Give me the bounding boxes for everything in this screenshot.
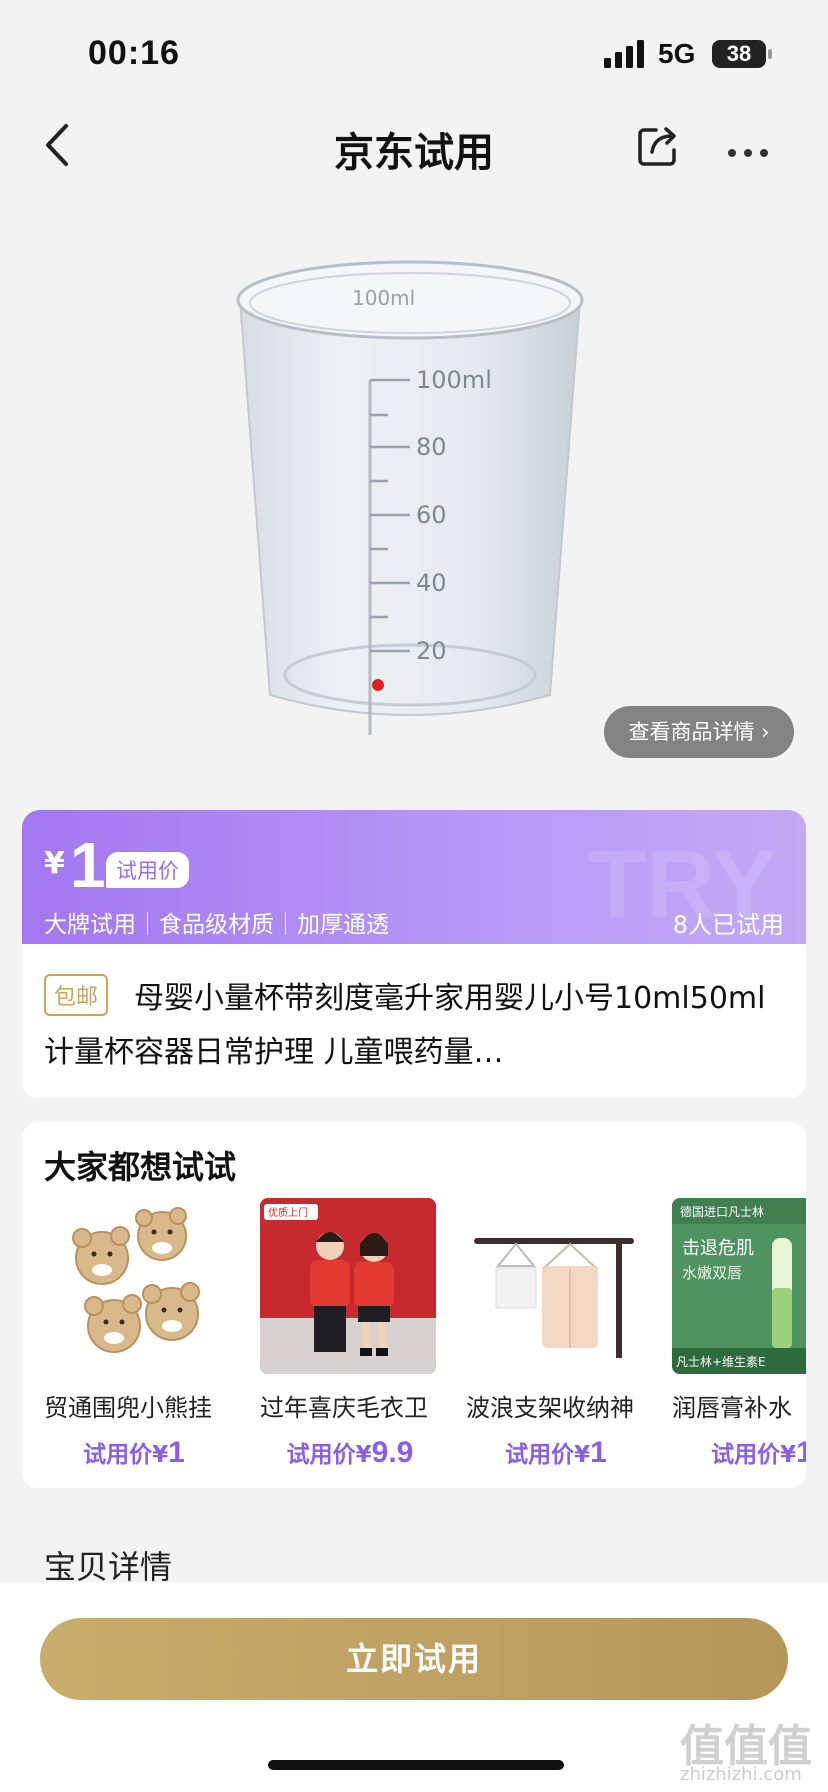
product-title: 母婴小量杯带刻度毫升家用婴儿小号10ml50ml计量杯容器日常护理 儿童喂药量…	[44, 981, 766, 1070]
status-time: 00:16	[88, 34, 180, 72]
product-thumbnail: 德国进口凡士林 击退危肌 水嫩双唇 凡士林+维生素E	[672, 1198, 806, 1374]
recommend-item-price: 试用价¥1	[711, 1436, 806, 1469]
signal-icon	[604, 40, 644, 68]
recommend-item-price: 试用价¥1	[83, 1436, 185, 1469]
recommend-item-name: 过年喜庆毛衣卫	[260, 1394, 428, 1422]
recommend-section: 大家都想试试 贸通围兜小熊挂 试用价¥1 优质上门 过年喜庆毛衣卫 试用价¥9.…	[22, 1122, 806, 1488]
cup-label: 40	[416, 569, 447, 597]
price-value: 1	[70, 829, 106, 901]
product-thumbnail: 优质上门	[260, 1198, 436, 1374]
cup-label: 100ml	[416, 366, 492, 394]
bear-clip-icon	[72, 1207, 200, 1353]
cup-label: 60	[416, 501, 447, 529]
try-now-button[interactable]: 立即试用	[40, 1618, 788, 1700]
recommend-item-name: 润唇膏补水	[672, 1394, 792, 1422]
recommend-item-price: 试用价¥1	[505, 1436, 607, 1469]
price-symbol: ¥	[44, 846, 65, 881]
recommend-item-name: 波浪支架收纳神	[466, 1394, 634, 1422]
banner-text: 德国进口凡士林	[680, 1204, 764, 1219]
recommend-item-price: 试用价¥9.9	[286, 1436, 414, 1469]
site-watermark-url: zhizhizhi.com	[680, 1764, 802, 1785]
banner-text: 优质上门	[268, 1206, 308, 1219]
home-indicator	[268, 1760, 564, 1770]
network-label: 5G	[658, 38, 696, 69]
share-icon[interactable]	[636, 124, 680, 168]
product-image: 100ml 100ml 80 60 40 20	[236, 260, 584, 735]
product-thumbnail	[466, 1198, 642, 1374]
cup-label: 20	[416, 637, 447, 665]
banner-text: 击退危肌	[682, 1238, 754, 1259]
clothes-rack-image	[474, 1238, 634, 1358]
recommend-item[interactable]: 贸通围兜小熊挂 试用价¥1	[44, 1198, 224, 1470]
more-icon[interactable]	[728, 142, 776, 161]
kids-sweater-image: 优质上门	[260, 1198, 436, 1374]
lip-balm-image: 德国进口凡士林 击退危肌 水嫩双唇 凡士林+维生素E	[672, 1198, 806, 1374]
banner-text: 水嫩双唇	[682, 1264, 742, 1282]
price-card: TRY ¥ 1 试用价 大牌试用｜食品级材质｜加厚通透 8人已试用	[22, 810, 806, 960]
tried-count: 8人已试用	[672, 911, 784, 939]
recommend-item[interactable]: 德国进口凡士林 击退危肌 水嫩双唇 凡士林+维生素E 润唇膏补水 试用价¥1	[672, 1198, 806, 1470]
battery-icon: 38	[712, 40, 766, 68]
battery-tip	[768, 49, 772, 59]
view-detail-label: 查看商品详情	[628, 720, 755, 744]
recommend-item[interactable]: 优质上门 过年喜庆毛衣卫 试用价¥9.9	[260, 1198, 440, 1470]
recommend-title: 大家都想试试	[44, 1148, 237, 1186]
cup-label: 100ml	[352, 286, 415, 310]
shipping-badge: 包邮	[44, 974, 109, 1016]
chevron-right-icon: ›	[761, 720, 770, 744]
view-detail-button[interactable]: 查看商品详情 ›	[604, 706, 794, 758]
page-title: 京东试用	[334, 130, 494, 176]
banner-text: 凡士林+维生素E	[676, 1355, 766, 1369]
price-tag: 试用价	[106, 852, 189, 888]
feature-list: 大牌试用｜食品级材质｜加厚通透	[44, 912, 389, 938]
product-thumbnail	[44, 1198, 220, 1374]
recommend-item-name: 贸通围兜小熊挂	[44, 1394, 212, 1422]
product-title-card[interactable]: 母婴小量杯带刻度毫升家用婴儿小号10ml50ml计量杯容器日常护理 儿童喂药量……	[22, 944, 806, 1098]
cup-label: 80	[416, 433, 447, 461]
recommend-item[interactable]: 波浪支架收纳神 试用价¥1	[466, 1198, 646, 1470]
